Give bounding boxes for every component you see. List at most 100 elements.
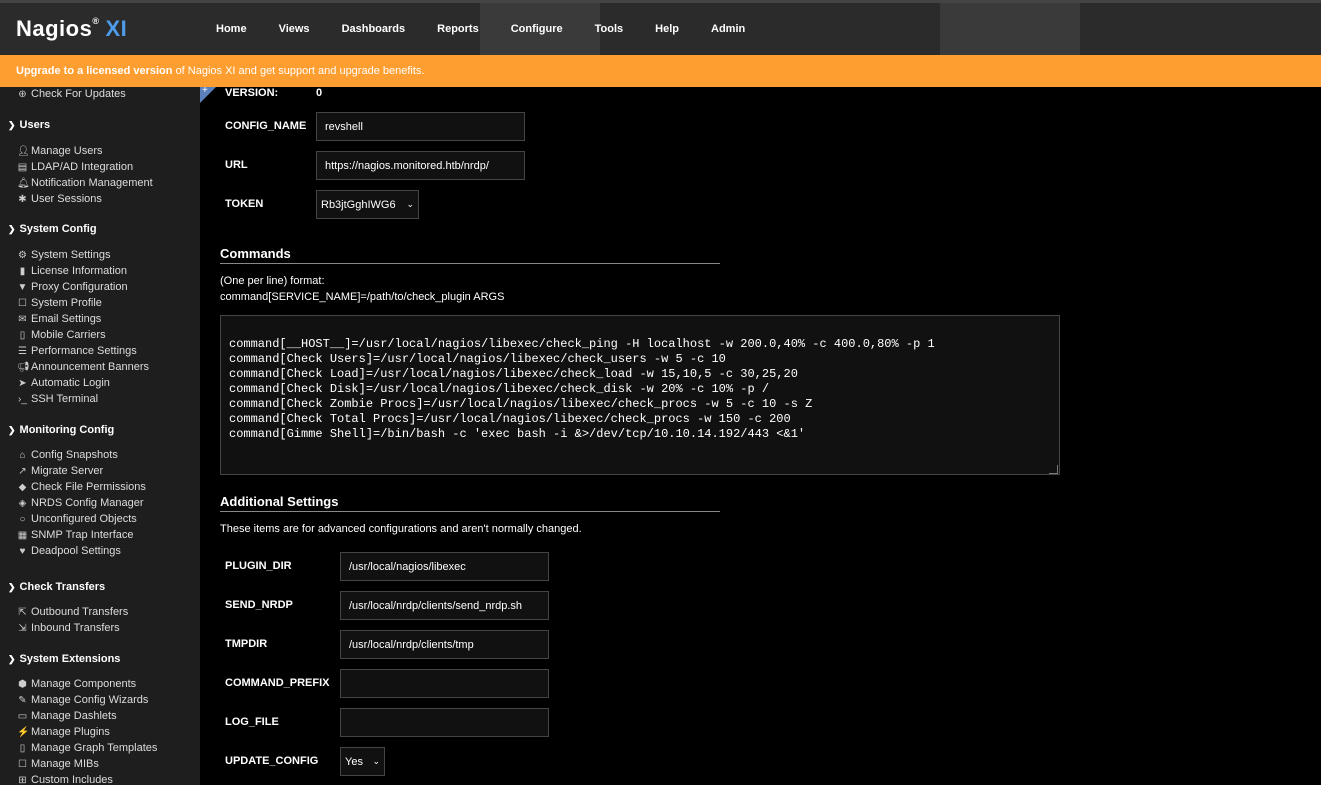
plus-square-icon: ⊞ <box>18 774 27 785</box>
sidebar-item-manage-components[interactable]: ⬢ Manage Components <box>17 678 136 690</box>
sidebar-item-inbound-transfers[interactable]: ⇲ Inbound Transfers <box>17 622 119 634</box>
command-line: command[Gimme Shell]=/bin/bash -c 'exec … <box>229 427 806 441</box>
nav-tools[interactable]: Tools <box>595 23 624 35</box>
nav-admin[interactable]: Admin <box>711 23 745 35</box>
sidebar-item-config-snapshots[interactable]: ⌂ Config Snapshots <box>17 449 117 461</box>
sidebar-item-check-file-permissions[interactable]: ◆ Check File Permissions <box>17 481 146 493</box>
sidebar-item-manage-mibs[interactable]: ☐ Manage MIBs <box>17 758 99 770</box>
header-pattern <box>940 3 1080 55</box>
command-line: command[Check Users]=/usr/local/nagios/l… <box>229 352 726 366</box>
config-name-input[interactable] <box>316 112 525 141</box>
command-line: command[Check Zombie Procs]=/usr/local/n… <box>229 397 813 411</box>
sidebar-item-ssh-terminal[interactable]: ›_ SSH Terminal <box>17 393 98 405</box>
camera-icon: ⌂ <box>19 449 26 461</box>
url-input[interactable] <box>316 151 525 180</box>
admin-sidebar: ⊕ Check For Updates ❯ Users 👤︎ Manage Users… <box>0 87 200 785</box>
magic-icon: ✎ <box>18 694 27 706</box>
command-prefix-input[interactable] <box>340 669 549 698</box>
id-card-icon: ▤ <box>17 161 28 173</box>
commands-textarea[interactable]: command[__HOST__]=/usr/local/nagios/libe… <box>220 315 1060 475</box>
sidebar-item-automatic-login[interactable]: ➤ Automatic Login <box>17 377 110 389</box>
sidebar-item-manage-graph-templates[interactable]: ▯ Manage Graph Templates <box>17 742 158 754</box>
url-label: URL <box>225 159 248 171</box>
tmpdir-label: TMPDIR <box>225 638 268 650</box>
nav-views[interactable]: Views <box>279 23 310 35</box>
sidebar-section-system-config[interactable]: ❯ System Config <box>8 223 97 235</box>
plugin-dir-label: PLUGIN_DIR <box>225 560 292 572</box>
chevron-down-icon: ❯ <box>8 581 16 592</box>
token-select[interactable]: Rb3jtGghIWG6 ⌄ <box>316 190 419 219</box>
send-nrdp-input[interactable] <box>340 591 549 620</box>
nav-dashboards[interactable]: Dashboards <box>342 23 406 35</box>
sidebar-item-email-settings[interactable]: ✉ Email Settings <box>17 313 101 325</box>
sidebar-item-performance-settings[interactable]: ☰ Performance Settings <box>17 345 137 357</box>
sidebar-item-mobile-carriers[interactable]: ▯ Mobile Carriers <box>17 329 106 341</box>
tags-icon: ◈ <box>18 497 27 509</box>
sidebar-item-manage-dashlets[interactable]: ▭ Manage Dashlets <box>17 710 117 722</box>
chevron-down-icon: ❯ <box>8 223 16 234</box>
config-name-label: CONFIG_NAME <box>225 120 307 132</box>
sidebar-item-proxy-configuration[interactable]: ▼ Proxy Configuration <box>17 281 128 293</box>
resize-grip[interactable] <box>1049 465 1058 474</box>
command-line: command[Check Load]=/usr/local/nagios/li… <box>229 367 798 381</box>
nav-reports[interactable]: Reports <box>437 23 479 35</box>
tag-icon: ◆ <box>18 481 27 493</box>
log-file-label: LOG_FILE <box>225 716 279 728</box>
sidebar-item-notification-management[interactable]: 🔔︎ Notification Management <box>17 177 153 189</box>
chevron-down-icon: ⌄ <box>406 199 414 209</box>
file-icon: ☐ <box>18 758 27 770</box>
sidebar-item-unconfigured-objects[interactable]: ○ Unconfigured Objects <box>17 513 136 525</box>
sidebar-item-manage-plugins[interactable]: ⚡ Manage Plugins <box>17 726 110 738</box>
sidebar-item-snmp-trap-interface[interactable]: ▦ SNMP Trap Interface <box>17 529 134 541</box>
nav-configure[interactable]: Configure <box>511 23 563 35</box>
sidebar-item-migrate-server[interactable]: ↗ Migrate Server <box>17 465 103 477</box>
heartbeat-icon: ♥ <box>19 545 26 557</box>
nagios-logo[interactable]: Nagios® XI <box>16 16 127 42</box>
tmpdir-input[interactable] <box>340 630 549 659</box>
bookmark-icon: ▮ <box>19 265 26 277</box>
sidebar-item-announcement-banners[interactable]: 📢︎ Announcement Banners <box>17 361 149 373</box>
commands-format-line1: (One per line) format: <box>220 275 325 287</box>
sidebar-item-system-settings[interactable]: ⚙ System Settings <box>17 249 110 261</box>
sidebar-item-check-for-updates[interactable]: ⊕ Check For Updates <box>17 88 125 100</box>
sign-in-icon: ⇲ <box>18 622 27 634</box>
upgrade-link[interactable]: Upgrade to a licensed version <box>16 65 173 77</box>
version-label: VERSION: <box>225 87 279 99</box>
sidebar-section-users[interactable]: ❯ Users <box>8 119 50 131</box>
sidebar-item-custom-includes[interactable]: ⊞ Custom Includes <box>17 774 113 785</box>
terminal-icon: ›_ <box>18 393 27 405</box>
sidebar-item-license-information[interactable]: ▮ License Information <box>17 265 127 277</box>
update-config-select[interactable]: Yes ⌄ <box>340 747 385 776</box>
command-line: command[__HOST__]=/usr/local/nagios/libe… <box>229 337 935 351</box>
commands-format-line2: command[SERVICE_NAME]=/path/to/check_plu… <box>220 291 505 303</box>
gear-icon: ⚙ <box>18 249 27 261</box>
token-selected-value: Rb3jtGghIWG6 <box>321 198 396 211</box>
sidebar-section-system-extensions[interactable]: ❯ System Extensions <box>8 653 120 665</box>
log-file-input[interactable] <box>340 708 549 737</box>
chevron-down-icon: ❯ <box>8 424 16 435</box>
update-config-label: UPDATE_CONFIG <box>225 755 319 767</box>
sliders-icon: ☰ <box>18 345 27 357</box>
bullhorn-icon: 📢︎ <box>17 361 30 373</box>
bell-icon: 🔔︎ <box>17 177 30 189</box>
nav-home[interactable]: Home <box>216 23 247 35</box>
sidebar-item-manage-config-wizards[interactable]: ✎ Manage Config Wizards <box>17 694 148 706</box>
sidebar-item-manage-users[interactable]: 👤︎ Manage Users <box>17 145 103 157</box>
command-line: command[Check Total Procs]=/usr/local/na… <box>229 412 791 426</box>
sidebar-item-system-profile[interactable]: ☐ System Profile <box>17 297 102 309</box>
nav-help[interactable]: Help <box>655 23 679 35</box>
sidebar-section-check-transfers[interactable]: ❯ Check Transfers <box>8 581 105 593</box>
commands-heading: Commands <box>220 246 720 264</box>
sidebar-item-nrds-config-manager[interactable]: ◈ NRDS Config Manager <box>17 497 144 509</box>
comment-icon: ☐ <box>18 297 27 309</box>
command-prefix-label: COMMAND_PREFIX <box>225 677 330 689</box>
plugin-dir-input[interactable] <box>340 552 549 581</box>
sidebar-section-monitoring-config[interactable]: ❯ Monitoring Config <box>8 424 114 436</box>
sidebar-item-ldap[interactable]: ▤ LDAP/AD Integration <box>17 161 133 173</box>
sidebar-item-outbound-transfers[interactable]: ⇱ Outbound Transfers <box>17 606 128 618</box>
sidebar-item-user-sessions[interactable]: ✱ User Sessions <box>17 193 102 205</box>
additional-settings-desc: These items are for advanced configurati… <box>220 523 582 535</box>
plus-icon: + <box>202 85 208 96</box>
envelope-icon: ✉ <box>18 313 27 325</box>
sidebar-item-deadpool-settings[interactable]: ♥ Deadpool Settings <box>17 545 121 557</box>
